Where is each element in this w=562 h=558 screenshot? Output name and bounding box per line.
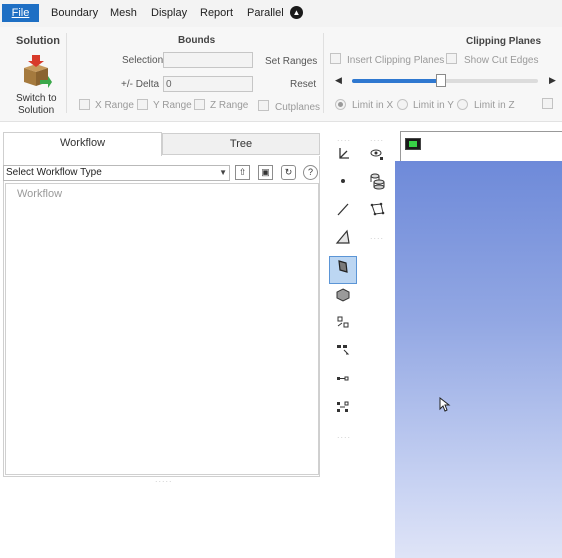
refresh-icon[interactable]: ↻ bbox=[281, 165, 296, 180]
menu-mesh[interactable]: Mesh bbox=[110, 7, 137, 19]
help-icon[interactable]: ? bbox=[303, 165, 318, 180]
menu-boundary[interactable]: Boundary bbox=[51, 7, 98, 19]
mesh-pick-icon[interactable] bbox=[330, 313, 356, 339]
workflow-type-value: Select Workflow Type bbox=[6, 167, 102, 178]
x-range-label: X Range bbox=[95, 100, 134, 111]
show-cut-edges-label: Show Cut Edges bbox=[464, 55, 539, 66]
workflow-root-label: Workflow bbox=[17, 188, 63, 200]
menu-file[interactable]: File bbox=[2, 4, 39, 22]
switch-label-line1: Switch to bbox=[16, 93, 57, 104]
switch-to-solution-button[interactable] bbox=[20, 54, 52, 90]
z-range-checkbox[interactable] bbox=[194, 99, 205, 110]
clipping-slider-thumb[interactable] bbox=[436, 74, 447, 87]
tab-tree[interactable]: Tree bbox=[162, 133, 320, 155]
menu-display[interactable]: Display bbox=[151, 7, 187, 19]
node-link-icon[interactable] bbox=[330, 370, 356, 396]
solution-group-title: Solution bbox=[16, 35, 60, 47]
load-workflow-icon[interactable]: ⇧ bbox=[235, 165, 250, 180]
insert-clipping-label: Insert Clipping Planes bbox=[347, 55, 445, 66]
limit-z-label: Limit in Z bbox=[474, 100, 515, 111]
save-workflow-icon[interactable]: ▣ bbox=[258, 165, 273, 180]
cube-icon[interactable] bbox=[330, 286, 356, 312]
set-ranges-button[interactable]: Set Ranges bbox=[265, 56, 317, 67]
delta-field[interactable]: 0 bbox=[163, 76, 253, 92]
show-cut-edges-checkbox[interactable] bbox=[446, 53, 457, 64]
y-range-label: Y Range bbox=[153, 100, 192, 111]
graphics-viewport[interactable] bbox=[395, 161, 562, 558]
graphics-window-icon bbox=[405, 138, 421, 150]
clipping-slider-fill bbox=[352, 79, 442, 83]
collapse-ribbon-icon[interactable]: ▲ bbox=[290, 6, 303, 19]
workflow-type-select[interactable]: Select Workflow Type ▼ bbox=[3, 165, 230, 181]
toolbar-grip: .... bbox=[370, 133, 385, 143]
reset-button[interactable]: Reset bbox=[290, 79, 316, 90]
menu-bar: File Boundary Mesh Display Report Parall… bbox=[0, 0, 562, 27]
visibility-icon[interactable] bbox=[364, 145, 390, 171]
toolbar-grip: .... bbox=[370, 231, 385, 241]
clipping-group-title: Clipping Planes bbox=[466, 36, 542, 47]
limit-y-label: Limit in Y bbox=[413, 100, 454, 111]
toolbar-grip: .... bbox=[337, 430, 352, 440]
graphics-tab[interactable] bbox=[400, 131, 562, 161]
selection-field[interactable] bbox=[163, 52, 253, 68]
menu-report[interactable]: Report bbox=[200, 7, 233, 19]
switch-solution-icon bbox=[24, 55, 52, 88]
resize-grip[interactable]: ..... bbox=[155, 474, 173, 484]
node-group-icon[interactable] bbox=[330, 398, 356, 424]
workflow-tree bbox=[5, 183, 319, 475]
slider-left-arrow-icon[interactable]: ◀ bbox=[335, 75, 342, 86]
limit-x-label: Limit in X bbox=[352, 100, 394, 111]
cutplanes-checkbox[interactable] bbox=[258, 100, 269, 111]
limit-x-radio[interactable] bbox=[335, 99, 346, 110]
selection-label: Selection bbox=[122, 55, 164, 66]
mouse-cursor-icon bbox=[439, 397, 451, 412]
cutplanes-label: Cutplanes bbox=[275, 102, 321, 113]
toolbar-grip: .... bbox=[337, 133, 352, 143]
clipping-slider[interactable] bbox=[352, 74, 538, 87]
limit-z-radio[interactable] bbox=[457, 99, 468, 110]
cell-zone-icon[interactable] bbox=[329, 256, 357, 284]
point-icon[interactable] bbox=[330, 172, 356, 198]
ribbon: Solution Switch to Solution Bounds Selec… bbox=[0, 27, 562, 122]
chevron-down-icon: ▼ bbox=[219, 168, 227, 177]
extra-checkbox[interactable] bbox=[542, 98, 553, 109]
plane-icon[interactable] bbox=[330, 228, 356, 254]
menu-parallel[interactable]: Parallel bbox=[247, 7, 284, 19]
axis-icon[interactable] bbox=[330, 145, 356, 171]
z-range-label: Z Range bbox=[210, 100, 249, 111]
delta-label: +/- Delta bbox=[121, 79, 160, 90]
ribbon-divider bbox=[323, 33, 324, 113]
tab-workflow[interactable]: Workflow bbox=[3, 132, 162, 156]
switch-label-line2: Solution bbox=[18, 105, 55, 116]
bounds-group-title: Bounds bbox=[178, 35, 216, 46]
x-range-checkbox[interactable] bbox=[79, 99, 90, 110]
y-range-checkbox[interactable] bbox=[137, 99, 148, 110]
edge-select-icon[interactable] bbox=[330, 341, 356, 367]
limit-y-radio[interactable] bbox=[397, 99, 408, 110]
polygon-icon[interactable] bbox=[364, 200, 390, 226]
line-icon[interactable] bbox=[330, 200, 356, 226]
slider-right-arrow-icon[interactable]: ▶ bbox=[549, 75, 556, 86]
insert-clipping-checkbox[interactable] bbox=[330, 53, 341, 64]
ribbon-divider bbox=[66, 33, 67, 113]
cylinders-icon[interactable] bbox=[364, 172, 390, 198]
